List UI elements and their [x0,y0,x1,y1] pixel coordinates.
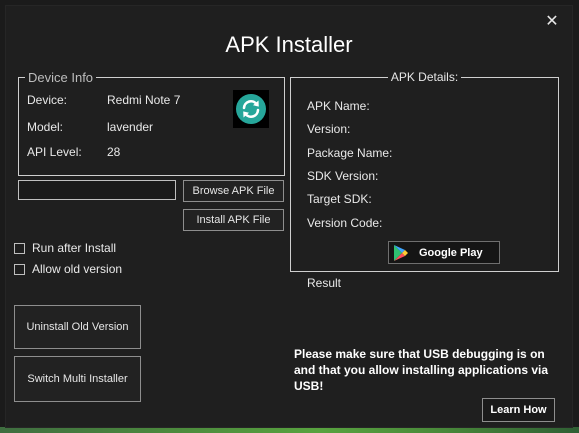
apk-name-label: APK Name: [307,99,370,113]
close-button[interactable]: ✕ [540,10,564,34]
allow-old-version-checkbox[interactable] [14,263,25,275]
device-label: Device: [27,93,68,107]
package-name-label: Package Name: [307,146,393,160]
sdk-version-label: SDK Version: [307,169,379,183]
google-play-icon [394,244,408,261]
model-label: Model: [27,120,64,134]
apk-installer-window: ✕ APK Installer Device Info Device: Redm… [6,6,572,427]
learn-how-button[interactable]: Learn How [482,398,555,422]
google-play-label: Google Play [419,246,483,259]
browse-apk-button[interactable]: Browse APK File [183,180,284,202]
close-icon: ✕ [545,13,559,30]
apk-path-input[interactable] [18,180,176,200]
refresh-icon [236,94,266,124]
api-level-value: 28 [107,145,121,159]
usb-debugging-notice: Please make sure that USB debugging is o… [294,347,549,393]
switch-multi-installer-button[interactable]: Switch Multi Installer [14,356,141,402]
version-code-label: Version Code: [307,216,383,230]
desktop-background [0,427,579,433]
google-play-button[interactable]: Google Play [388,241,500,264]
target-sdk-label: Target SDK: [307,192,372,206]
result-label: Result [307,276,342,290]
apk-details-legend: APK Details: [390,70,459,84]
version-label: Version: [307,122,351,136]
install-apk-button[interactable]: Install APK File [183,209,284,231]
device-info-legend: Device Info [28,70,94,85]
run-after-install-option[interactable]: Run after Install [14,241,116,255]
api-level-label: API Level: [27,145,82,159]
uninstall-old-version-button[interactable]: Uninstall Old Version [14,305,141,349]
device-value: Redmi Note 7 [107,93,181,107]
refresh-device-button[interactable] [233,90,269,128]
run-after-install-checkbox[interactable] [14,242,25,254]
run-after-install-label: Run after Install [32,241,117,255]
model-value: lavender [107,120,154,134]
allow-old-version-label: Allow old version [32,262,123,276]
allow-old-version-option[interactable]: Allow old version [14,262,122,276]
window-title: APK Installer [225,32,353,57]
